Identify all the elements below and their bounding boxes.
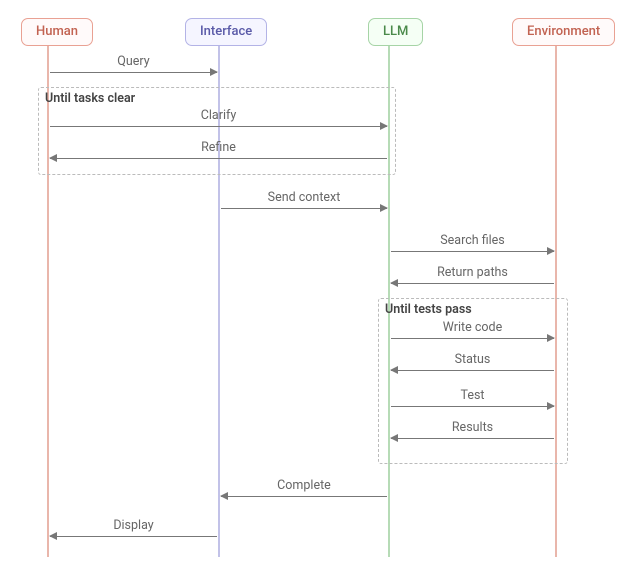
loop-tests-pass-title: Until tests pass (385, 302, 472, 317)
participant-environment: Environment (512, 18, 615, 46)
label-query: Query (50, 54, 217, 69)
arrow-refine: Refine (50, 142, 387, 164)
label-complete: Complete (221, 478, 387, 493)
arrow-send-context: Send context (221, 192, 387, 214)
label-results: Results (391, 420, 554, 435)
arrow-display: Display (50, 520, 217, 542)
participant-human: Human (21, 18, 93, 46)
label-refine: Refine (50, 140, 387, 155)
participant-llm: LLM (368, 18, 423, 46)
loop-tasks-clear-title: Until tasks clear (45, 91, 135, 106)
arrow-search-files: Search files (391, 235, 554, 257)
label-status: Status (391, 352, 554, 367)
label-test: Test (391, 388, 554, 403)
arrow-complete: Complete (221, 480, 387, 502)
arrow-return-paths: Return paths (391, 267, 554, 289)
arrow-test: Test (391, 390, 554, 412)
arrow-status: Status (391, 354, 554, 376)
label-write-code: Write code (391, 320, 554, 335)
label-return-paths: Return paths (391, 265, 554, 280)
label-clarify: Clarify (50, 108, 387, 123)
arrow-results: Results (391, 422, 554, 444)
arrow-clarify: Clarify (50, 110, 387, 132)
arrow-query: Query (50, 56, 217, 78)
label-search-files: Search files (391, 233, 554, 248)
label-display: Display (50, 518, 217, 533)
arrow-write-code: Write code (391, 322, 554, 344)
label-send-context: Send context (221, 190, 387, 205)
participant-interface: Interface (185, 18, 267, 46)
